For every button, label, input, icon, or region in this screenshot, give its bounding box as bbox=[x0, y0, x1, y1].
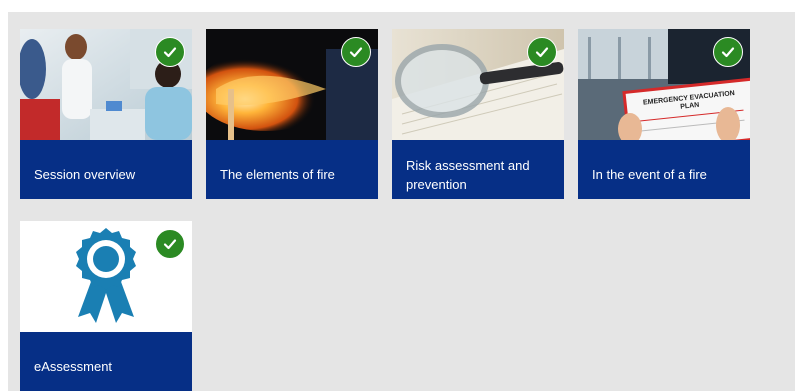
module-card-event-of-fire[interactable]: EMERGENCY EVACUATION PLAN In the event o… bbox=[578, 29, 750, 199]
module-card-session-overview[interactable]: Session overview bbox=[20, 29, 192, 199]
completed-check-icon bbox=[155, 229, 185, 259]
module-card-risk-assessment[interactable]: Risk assessment and prevention bbox=[392, 29, 564, 199]
module-card-elements-of-fire[interactable]: The elements of fire bbox=[206, 29, 378, 199]
completed-check-icon bbox=[527, 37, 557, 67]
module-label: Risk assessment and prevention bbox=[392, 140, 564, 199]
module-label: The elements of fire bbox=[206, 140, 378, 199]
completed-check-icon bbox=[713, 37, 743, 67]
completed-check-icon bbox=[155, 37, 185, 67]
completed-check-icon bbox=[341, 37, 371, 67]
module-card-eassessment[interactable]: eAssessment bbox=[20, 221, 192, 391]
module-label: In the event of a fire bbox=[578, 140, 750, 199]
module-label: eAssessment bbox=[20, 332, 192, 391]
modules-panel: Session overview The elements of fire Ri… bbox=[8, 12, 795, 391]
module-label: Session overview bbox=[20, 140, 192, 199]
